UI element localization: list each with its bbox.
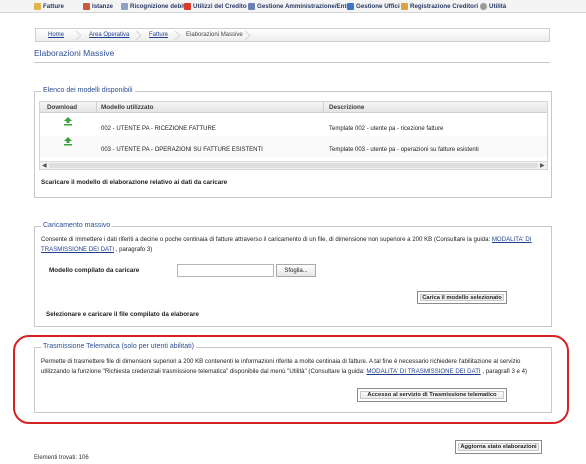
column-header-modello: Modello utilizzato	[101, 104, 154, 111]
menu-item-label: Gestione Amministrazione/Ente	[257, 3, 350, 10]
page-title: Elaborazioni Massive	[34, 48, 115, 58]
menu-item-gestione-uffici[interactable]: Gestione Uffici	[347, 2, 400, 11]
scrollbar-thumb[interactable]	[49, 163, 538, 168]
utility-icon	[480, 3, 487, 10]
menu-item-label: Registrazione Creditori	[410, 3, 479, 10]
file-field-label: Modello compilato da caricare	[49, 267, 140, 274]
file-path-input[interactable]	[177, 264, 274, 277]
menu-item-label: Utilizzi del Credito	[193, 3, 247, 10]
table-row: 002 - UTENTE PA - RICEZIONE FATTURE Temp…	[40, 114, 547, 135]
menu-item-label: Gestione Uffici	[356, 3, 400, 10]
menu-item-fatture[interactable]: Fatture	[34, 2, 64, 11]
menu-item-label: Utilità	[489, 3, 507, 10]
models-note: Scaricare il modello di elaborazione rel…	[41, 179, 228, 186]
top-menu-bar: Fatture Istanze Ricognizione debiti Util…	[0, 0, 586, 13]
breadcrumb-area-operativa[interactable]: Area Operativa	[89, 32, 129, 38]
highlight-annotation	[13, 335, 569, 424]
menu-item-utilita[interactable]: Utilità	[480, 2, 506, 11]
menu-item-label: Ricognizione debiti	[130, 3, 187, 10]
menu-item-utilizzi-credito[interactable]: Utilizzi del Credito	[184, 2, 247, 11]
scroll-right-icon[interactable]: ▶	[540, 162, 545, 169]
user-register-icon	[401, 3, 408, 10]
refresh-status-button[interactable]: Aggiorna stato elaborazioni	[455, 440, 542, 454]
admin-icon	[248, 3, 255, 10]
breadcrumb-separator	[241, 29, 249, 42]
items-found-count: Elementi trovati: 106	[34, 455, 89, 461]
browse-button[interactable]: Sfoglia...	[276, 264, 316, 277]
upload-legend: Caricamento massivo	[41, 222, 113, 229]
table-row: 003 - UTENTE PA - OPERAZIONI SU FATTURE …	[40, 136, 547, 157]
breadcrumb-separator	[132, 29, 140, 42]
upload-note: Selezionare e caricare il file compilato…	[46, 311, 199, 318]
menu-item-ricognizione-debiti[interactable]: Ricognizione debiti	[121, 2, 187, 11]
breadcrumb: Home Area Operativa Fatture Elaborazioni…	[35, 28, 550, 42]
menu-item-label: Fatture	[43, 3, 64, 10]
models-panel: Elenco dei modelli disponibili Download …	[34, 87, 552, 198]
document-icon	[121, 3, 128, 10]
column-divider	[96, 102, 97, 113]
breadcrumb-current: Elaborazioni Massive	[186, 32, 243, 38]
breadcrumb-separator	[171, 29, 179, 42]
upload-text-end: , paragrafo 3)	[114, 246, 153, 253]
model-description: Template 003 - utente pa - operazioni su…	[329, 147, 479, 153]
model-name: 002 - UTENTE PA - RICEZIONE FATTURE	[101, 126, 216, 132]
menu-item-istanze[interactable]: Istanze	[83, 2, 113, 11]
column-divider	[323, 102, 324, 113]
load-model-button[interactable]: Carica il modello selezionato	[417, 291, 507, 304]
offices-icon	[347, 3, 354, 10]
credit-usage-icon	[184, 3, 191, 10]
horizontal-scrollbar[interactable]: ◀ ▶	[40, 161, 547, 169]
menu-item-gestione-amministrazione[interactable]: Gestione Amministrazione/Ente	[248, 2, 350, 11]
models-legend: Elenco dei modelli disponibili	[41, 87, 135, 94]
title-divider	[34, 62, 550, 63]
upload-text: Consente di immettere i dati riferiti a …	[41, 236, 492, 243]
column-header-descrizione: Descrizione	[329, 104, 365, 111]
models-table: Download Modello utilizzato Descrizione …	[39, 101, 548, 170]
column-header-download: Download	[47, 104, 78, 111]
model-description: Template 002 - utente pa - ricezione fat…	[329, 126, 444, 132]
menu-item-label: Istanze	[92, 3, 113, 10]
scroll-left-icon[interactable]: ◀	[42, 162, 47, 169]
model-name: 003 - UTENTE PA - OPERAZIONI SU FATTURE …	[101, 147, 263, 153]
request-icon	[83, 3, 90, 10]
download-icon[interactable]	[63, 117, 73, 126]
breadcrumb-home[interactable]: Home	[48, 32, 64, 38]
menu-item-registrazione-creditori[interactable]: Registrazione Creditori	[401, 2, 478, 11]
download-icon[interactable]	[63, 137, 73, 146]
models-table-header: Download Modello utilizzato Descrizione	[40, 102, 547, 113]
breadcrumb-separator	[72, 29, 80, 42]
upload-panel: Caricamento massivo Consente di immetter…	[34, 222, 552, 327]
breadcrumb-fatture[interactable]: Fatture	[149, 32, 168, 38]
upload-description: Consente di immettere i dati riferiti a …	[41, 235, 547, 255]
invoice-icon	[34, 3, 41, 10]
